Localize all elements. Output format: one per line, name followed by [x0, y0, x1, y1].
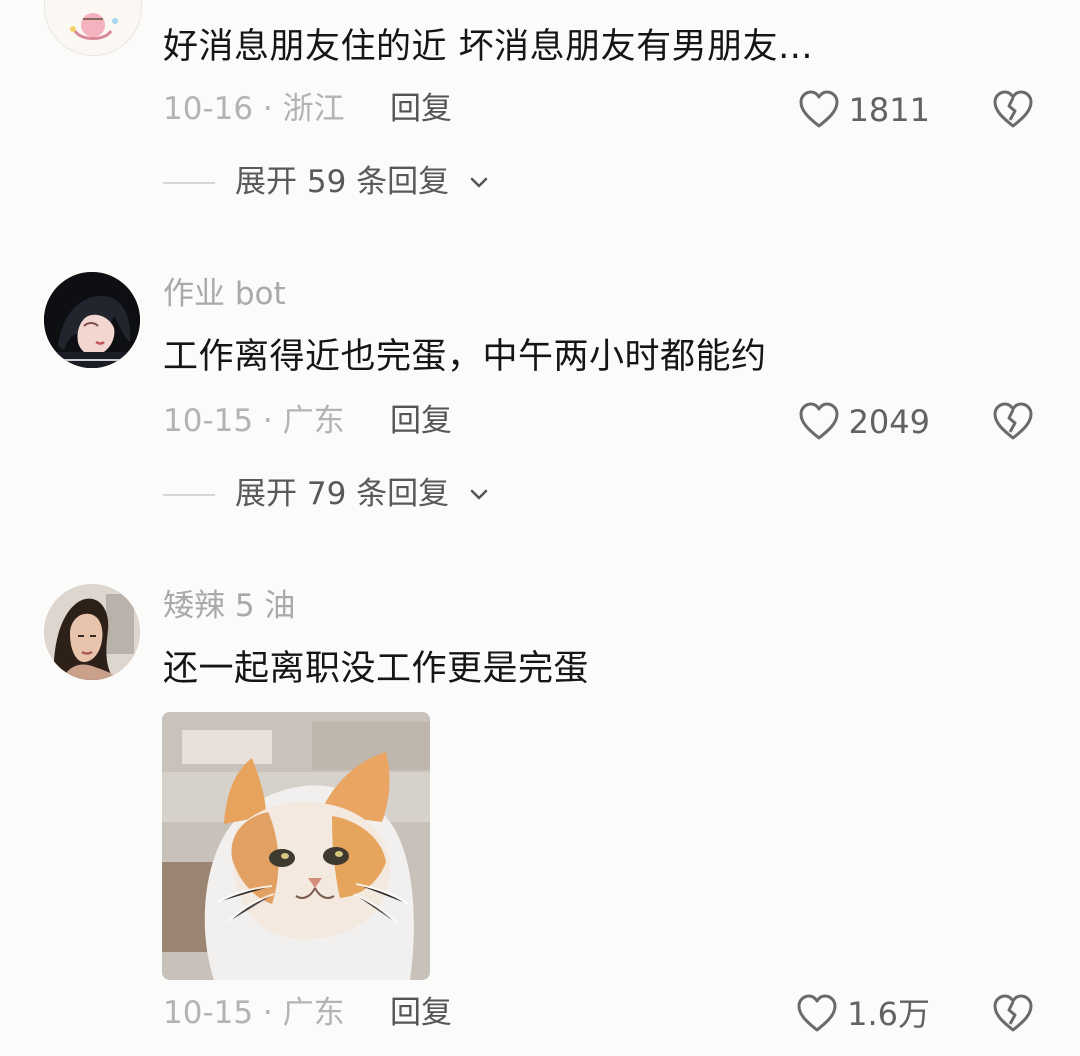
expand-replies-label: 展开 79 条回复 [235, 476, 450, 512]
comment-date-location: 10-15 · 广东 [163, 403, 345, 439]
like-button[interactable]: 1.6万 [795, 994, 930, 1034]
like-count: 2049 [848, 403, 930, 441]
avatar[interactable] [44, 584, 140, 680]
like-button[interactable]: 2049 [797, 402, 930, 442]
comment-date-location: 10-16 · 浙江 [163, 91, 345, 127]
comment-text: 好消息朋友住的近 坏消息朋友有男朋友... [163, 27, 814, 67]
like-count: 1.6万 [847, 995, 930, 1033]
dislike-button[interactable] [991, 90, 1035, 130]
like-button[interactable]: 1811 [797, 90, 930, 130]
divider [163, 181, 215, 184]
comment-date-location: 10-15 · 广东 [163, 995, 345, 1031]
dislike-button[interactable] [991, 402, 1035, 442]
reply-button[interactable]: 回复 [390, 998, 452, 1029]
divider [163, 493, 215, 496]
avatar[interactable] [44, 272, 140, 368]
comment-list: 好消息朋友住的近 坏消息朋友有男朋友... 10-16 · 浙江 回复 1811… [0, 0, 1080, 1056]
chevron-down-icon [470, 177, 488, 187]
comment-text: 还一起离职没工作更是完蛋 [163, 649, 590, 689]
expand-replies-button[interactable]: 展开 59 条回复 [163, 167, 491, 198]
username[interactable]: 作业 bot [163, 279, 286, 310]
comment-image[interactable] [162, 712, 430, 980]
heart-outline-icon [799, 402, 839, 440]
broken-heart-icon [993, 994, 1033, 1032]
reply-button[interactable]: 回复 [390, 406, 452, 437]
reply-button[interactable]: 回复 [390, 94, 452, 125]
broken-heart-icon [993, 90, 1033, 128]
expand-replies-label: 展开 59 条回复 [235, 164, 450, 200]
heart-outline-icon [797, 994, 837, 1032]
heart-outline-icon [799, 90, 839, 128]
expand-replies-button[interactable]: 展开 79 条回复 [163, 479, 491, 510]
dislike-button[interactable] [991, 994, 1035, 1034]
avatar[interactable] [44, 0, 142, 56]
chevron-down-icon [470, 489, 488, 499]
username[interactable]: 矮辣 5 油 [163, 591, 295, 622]
broken-heart-icon [993, 402, 1033, 440]
like-count: 1811 [848, 91, 930, 129]
comment-text: 工作离得近也完蛋，中午两小时都能约 [163, 337, 767, 377]
